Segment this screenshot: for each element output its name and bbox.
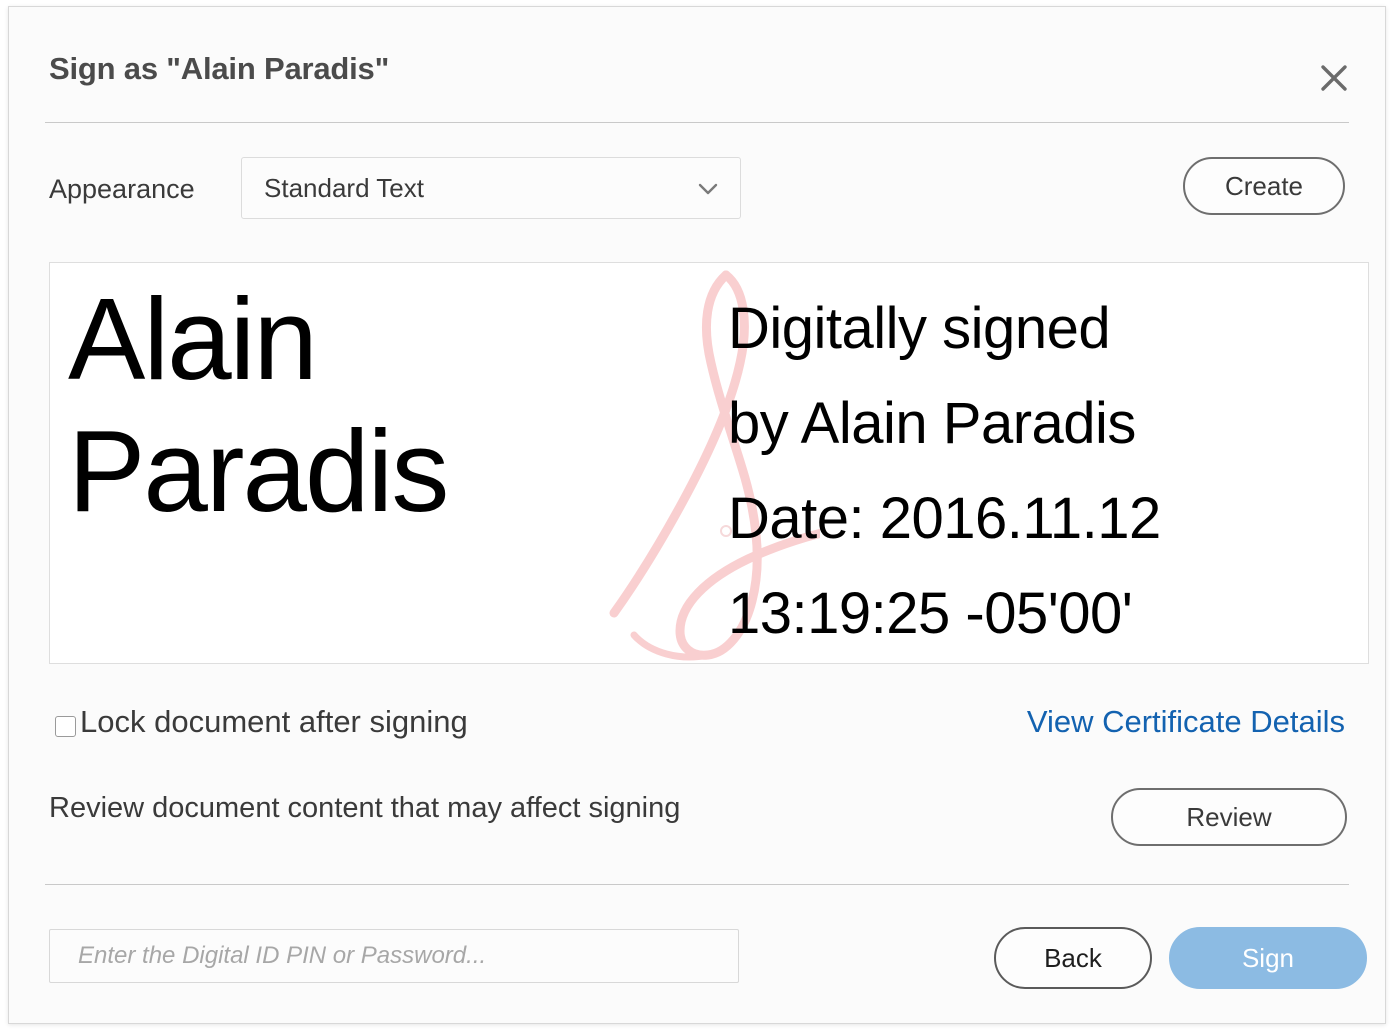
dialog-header: Sign as "Alain Paradis" (9, 7, 1385, 123)
appearance-row: Appearance Standard Text Create (9, 157, 1385, 237)
view-certificate-details-link[interactable]: View Certificate Details (1027, 704, 1345, 740)
lock-document-row: Lock document after signing View Certifi… (9, 704, 1385, 750)
sign-dialog: Sign as "Alain Paradis" Appearance Stand… (8, 6, 1386, 1024)
lock-document-label: Lock document after signing (80, 704, 468, 739)
sign-button[interactable]: Sign (1169, 927, 1367, 989)
appearance-dropdown[interactable]: Standard Text (241, 157, 741, 219)
signature-detail-line-2: by Alain Paradis (728, 391, 1136, 456)
dialog-title: Sign as "Alain Paradis" (49, 51, 390, 86)
create-button[interactable]: Create (1183, 157, 1345, 215)
header-divider (45, 122, 1349, 123)
signature-name: Alain Paradis (68, 273, 678, 537)
pin-password-input[interactable] (49, 929, 739, 983)
signature-name-line-2: Paradis (68, 406, 449, 536)
review-row: Review document content that may affect … (9, 788, 1385, 854)
signature-name-line-1: Alain (68, 274, 318, 404)
footer-divider (45, 884, 1349, 885)
signature-preview[interactable]: Alain Paradis Digitally signed by Alain … (49, 262, 1369, 664)
review-description: Review document content that may affect … (49, 792, 681, 824)
chevron-down-icon (696, 177, 720, 201)
dialog-footer: Back Sign (9, 927, 1385, 997)
appearance-label: Appearance (49, 174, 195, 204)
signature-detail-line-1: Digitally signed (728, 296, 1111, 361)
signature-detail-line-4: 13:19:25 -05'00' (728, 581, 1133, 646)
lock-document-checkbox[interactable] (55, 716, 76, 737)
review-button[interactable]: Review (1111, 788, 1347, 846)
back-button[interactable]: Back (994, 927, 1152, 989)
signature-details: Digitally signed by Alain Paradis Date: … (728, 281, 1161, 661)
signature-detail-line-3: Date: 2016.11.12 (728, 486, 1161, 551)
close-icon[interactable] (1313, 57, 1355, 99)
appearance-selected-value: Standard Text (264, 173, 424, 203)
